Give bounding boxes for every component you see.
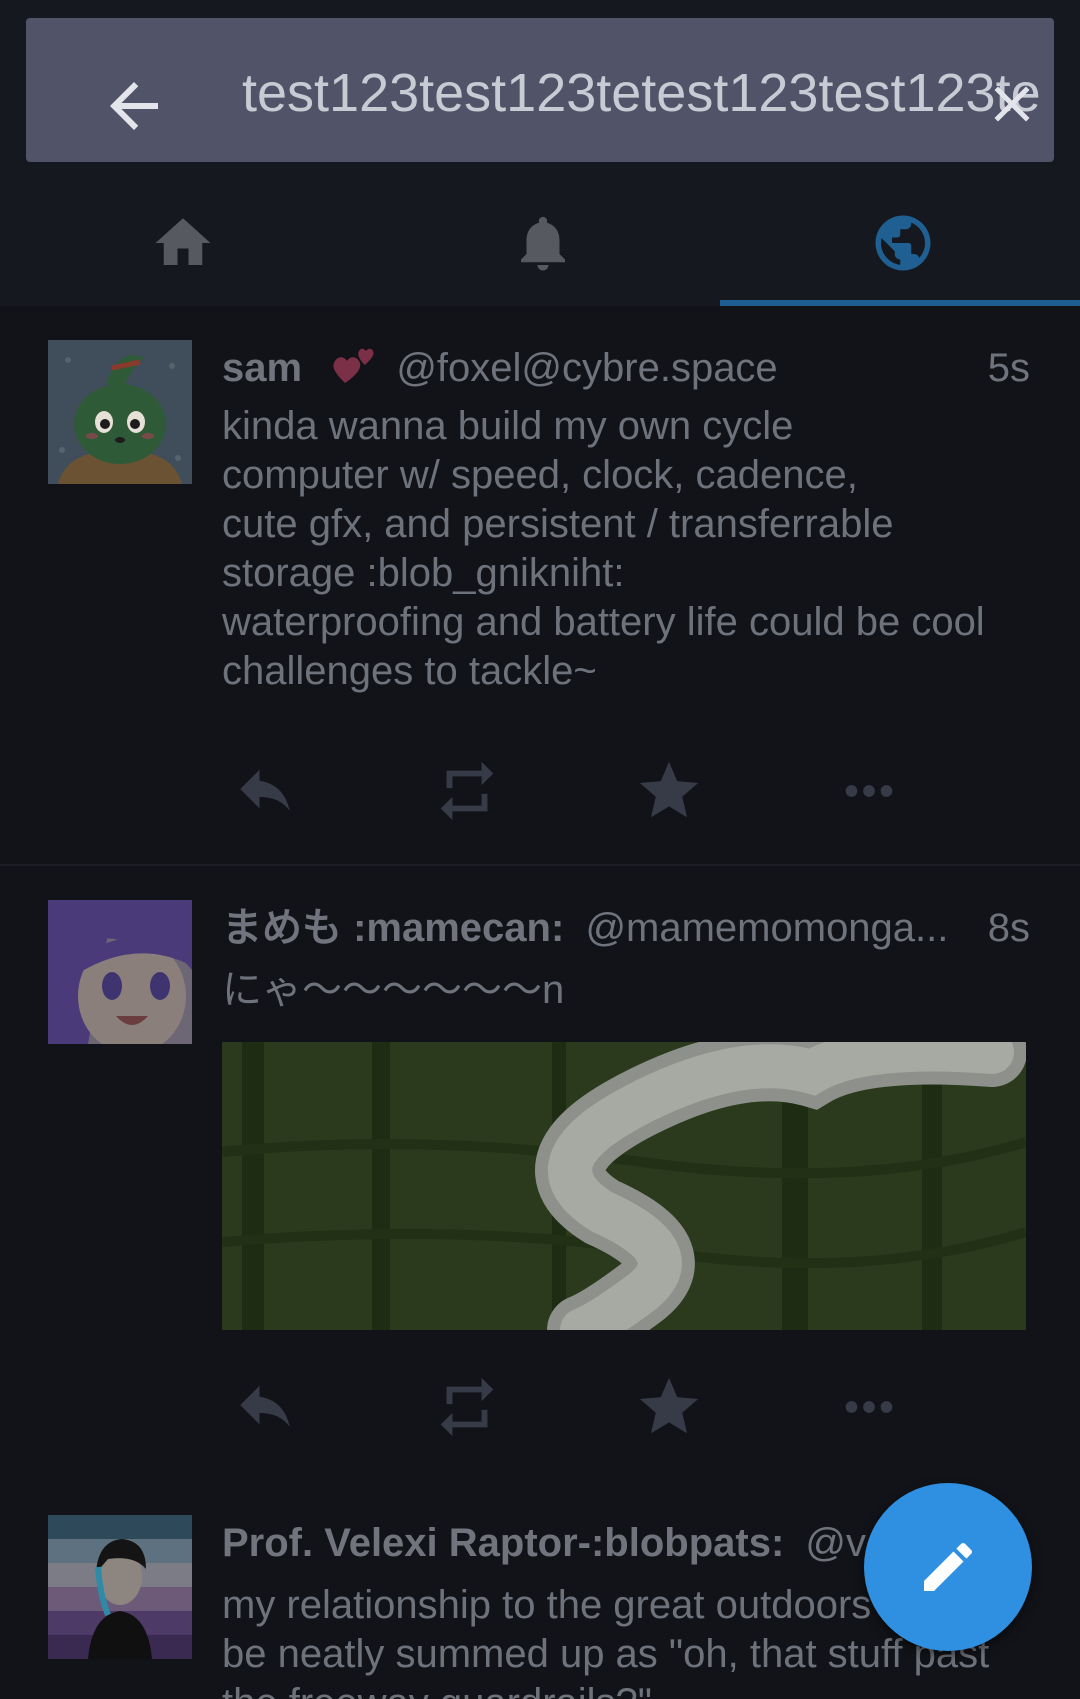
star-icon (639, 1377, 699, 1434)
active-tab-indicator (720, 300, 1080, 306)
bell-icon (521, 216, 565, 271)
display-name[interactable]: sam (222, 346, 302, 390)
boost-icon (440, 761, 494, 821)
content-line: にゃ〜〜〜〜〜〜n (222, 968, 565, 1012)
back-arrow-icon[interactable] (98, 70, 170, 142)
globe-icon (875, 215, 931, 271)
content-line: kinda wanna build my own cycle (222, 404, 794, 448)
reply-icon (240, 1385, 290, 1427)
timestamp[interactable]: 5s (988, 340, 1030, 396)
pencil-icon (924, 1542, 973, 1591)
media-attachment[interactable] (222, 1042, 1026, 1330)
home-icon (155, 218, 211, 265)
content-line: the freeway guardrails?" (222, 1679, 1042, 1699)
more-button[interactable] (834, 1372, 914, 1442)
hearts-emoji-icon (333, 348, 374, 383)
search-bar[interactable]: test123test123tetest123test123te (26, 18, 1054, 162)
content-line: storage :blob_gnikniht: (222, 551, 625, 595)
status-content: にゃ〜〜〜〜〜〜n (222, 966, 1042, 1015)
close-icon[interactable] (982, 74, 1042, 134)
status-item[interactable]: sam @foxel@cybre.space 5s kinda wanna bu… (0, 340, 1080, 860)
reply-icon (240, 769, 290, 811)
tab-bar (0, 200, 1080, 306)
user-handle[interactable]: @mamemomonga... (585, 906, 948, 950)
more-button[interactable] (834, 756, 914, 826)
boost-icon (440, 1377, 494, 1437)
avatar[interactable] (48, 1515, 192, 1659)
status-header: sam @foxel@cybre.space (222, 340, 778, 396)
user-handle[interactable]: @foxel@cybre.space (396, 346, 777, 390)
favourite-button[interactable] (634, 756, 714, 826)
media-image (222, 1042, 1026, 1330)
timestamp[interactable]: 8s (988, 900, 1030, 956)
tab-federated[interactable] (720, 200, 1080, 306)
content-line: cute gfx, and persistent / transferrable (222, 502, 894, 546)
favourite-button[interactable] (634, 1372, 714, 1442)
status-divider (0, 864, 1080, 866)
reply-button[interactable] (232, 1372, 312, 1442)
display-name[interactable]: Prof. Velexi Raptor-:blobpats: (222, 1521, 784, 1565)
boost-button[interactable] (432, 1372, 512, 1442)
status-actions (222, 756, 1022, 826)
status-actions (222, 1372, 1022, 1442)
more-horizontal-icon (845, 1401, 893, 1413)
tab-home[interactable] (0, 200, 360, 306)
status-item[interactable]: まめも :mamecan: @mamemomonga... 8s にゃ〜〜〜〜〜… (0, 900, 1080, 1460)
tab-notifications[interactable] (360, 200, 720, 306)
content-line: challenges to tackle~ (222, 649, 597, 693)
display-name[interactable]: まめも :mamecan: (222, 906, 564, 950)
more-horizontal-icon (845, 785, 893, 797)
avatar[interactable] (48, 340, 192, 484)
content-line: computer w/ speed, clock, cadence, (222, 453, 858, 497)
status-content: kinda wanna build my own cycle computer … (222, 402, 1042, 696)
boost-button[interactable] (432, 756, 512, 826)
compose-button[interactable] (864, 1483, 1032, 1651)
status-header: まめも :mamecan: @mamemomonga... (222, 900, 962, 956)
star-icon (639, 761, 699, 818)
reply-button[interactable] (232, 756, 312, 826)
avatar[interactable] (48, 900, 192, 1044)
content-line: waterproofing and battery life could be … (222, 600, 985, 644)
search-input[interactable]: test123test123tetest123test123te (242, 58, 1054, 128)
